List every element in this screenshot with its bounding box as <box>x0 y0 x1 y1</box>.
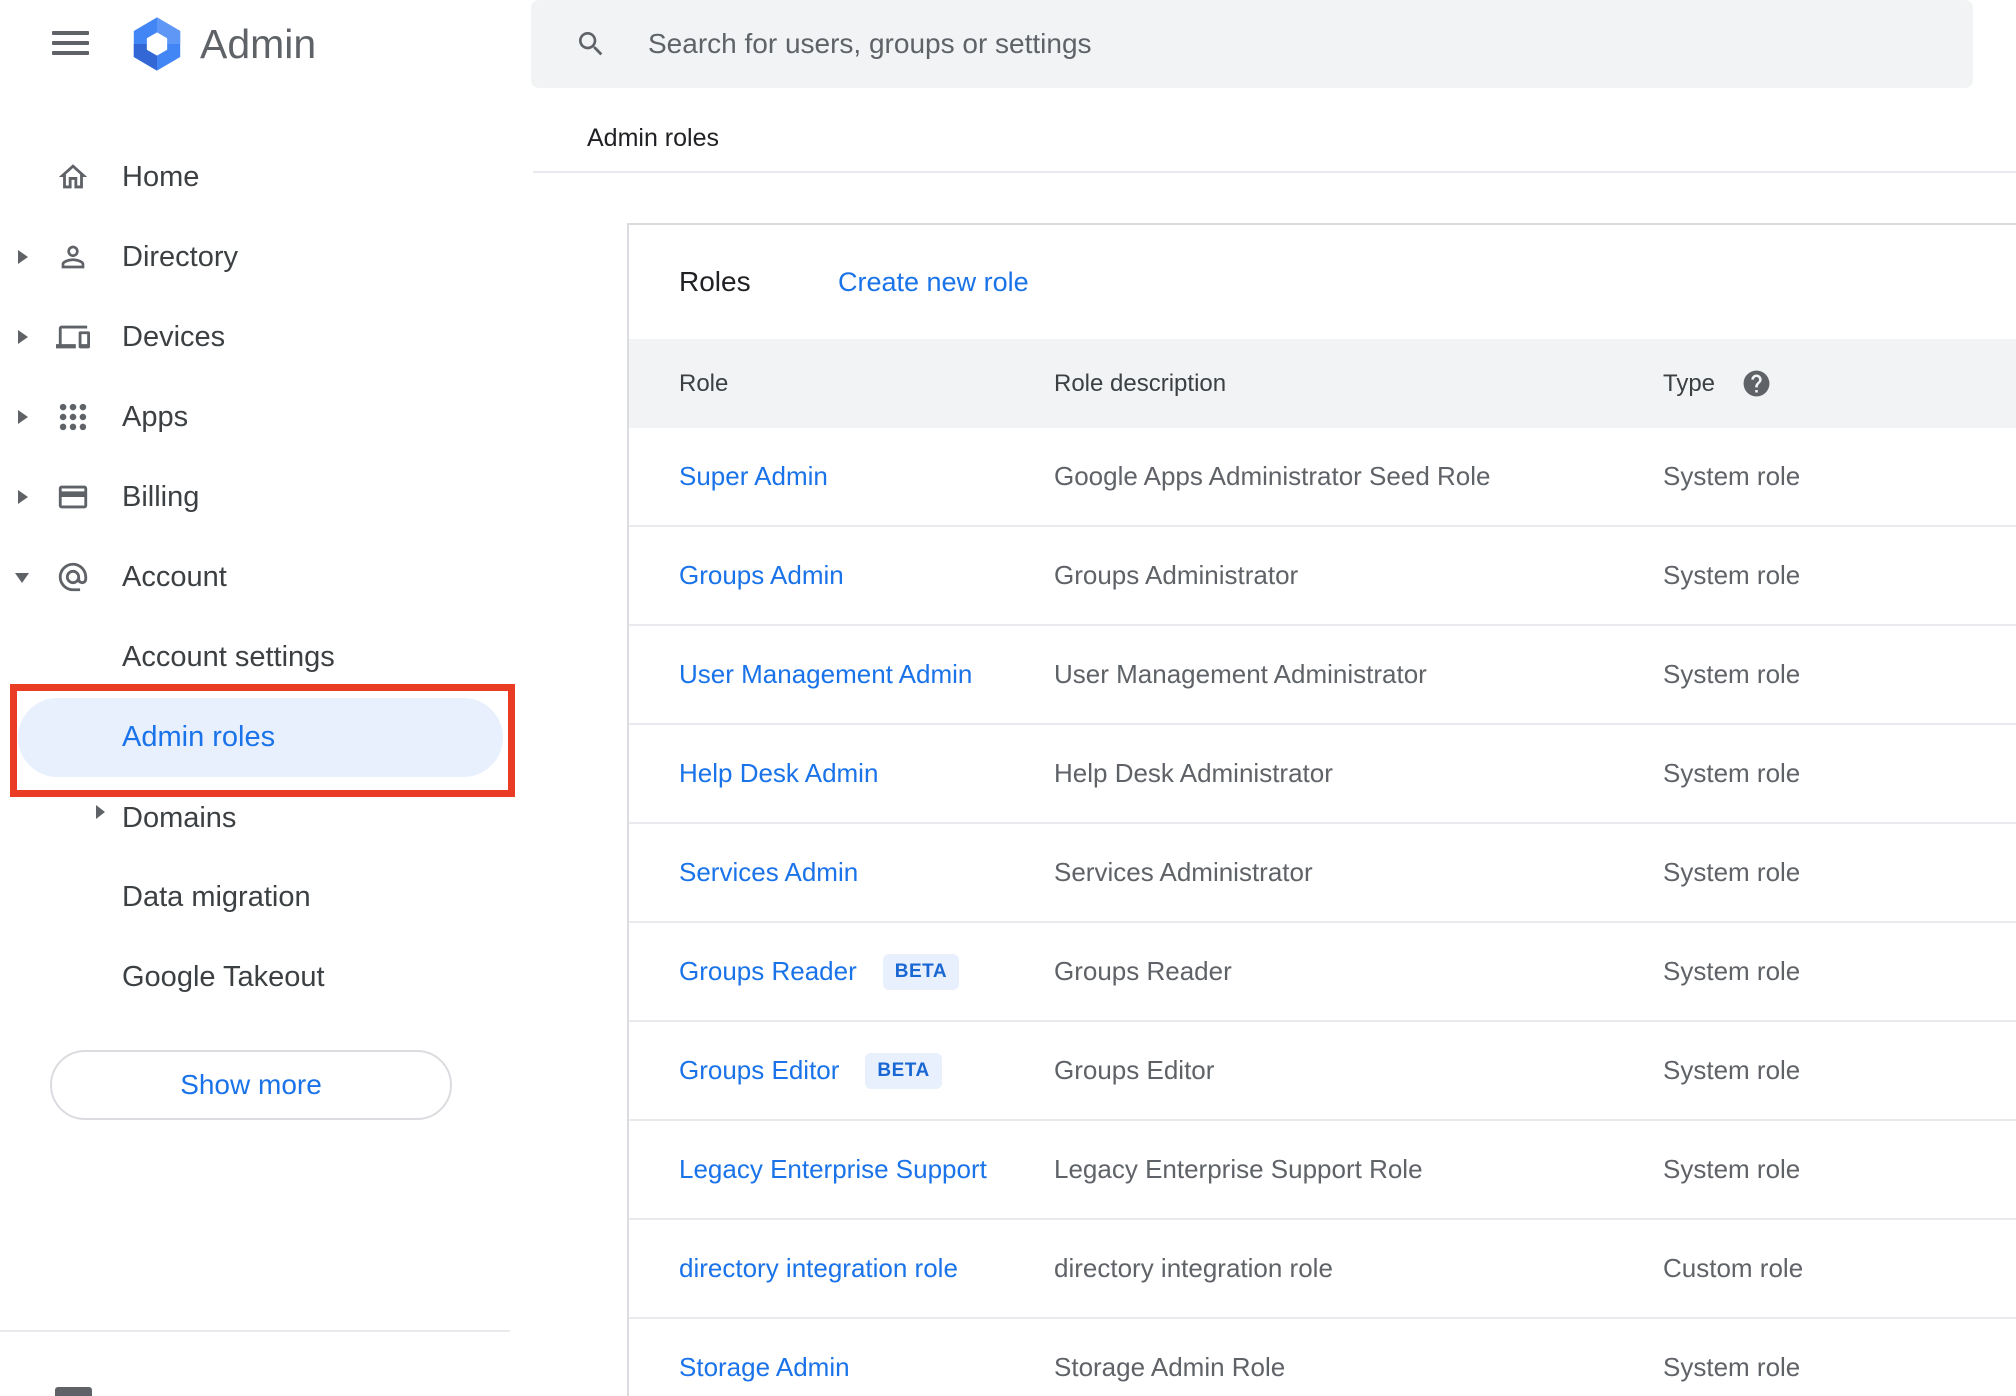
table-row: Groups Reader BETA Groups Reader System … <box>629 923 2016 1022</box>
admin-logo-icon <box>127 15 187 78</box>
sidebar-item-label: Admin roles <box>122 721 276 753</box>
table-row: Storage Admin Storage Admin Role System … <box>629 1319 2016 1396</box>
chevron-right-icon <box>18 490 28 504</box>
role-link[interactable]: directory integration role <box>679 1253 958 1284</box>
partial-bottom-icon <box>55 1387 92 1396</box>
table-row: Help Desk Admin Help Desk Administrator … <box>629 725 2016 824</box>
role-type: System role <box>1663 560 1801 590</box>
sidebar-item-label: Billing <box>122 481 200 513</box>
role-type: System role <box>1663 461 1801 491</box>
role-type: System role <box>1663 1055 1801 1085</box>
sidebar-item-label: Domains <box>122 802 237 834</box>
beta-badge: BETA <box>882 953 960 990</box>
chevron-right-icon <box>18 410 28 424</box>
sidebar-item-data-migration[interactable]: Data migration <box>0 857 530 937</box>
sidebar-item-label: Apps <box>122 401 189 433</box>
card-header: Roles Create new role <box>629 225 2016 339</box>
sidebar-item-label: Directory <box>122 241 239 273</box>
roles-card: Roles Create new role Role Role descript… <box>627 223 2016 1396</box>
show-more-button[interactable]: Show more <box>50 1050 452 1120</box>
chevron-right-icon <box>96 805 105 819</box>
table-row: Groups Admin Groups Administrator System… <box>629 527 2016 626</box>
table-row: Groups Editor BETA Groups Editor System … <box>629 1022 2016 1121</box>
beta-badge: BETA <box>865 1052 942 1089</box>
column-header-description: Role description <box>1054 370 1227 397</box>
sidebar-item-label: Account <box>122 561 227 593</box>
role-description: Groups Editor <box>1054 1055 1215 1085</box>
chevron-right-icon <box>18 250 28 264</box>
sidebar-item-account-settings[interactable]: Account settings <box>0 617 530 697</box>
sidebar-item-devices[interactable]: Devices <box>0 297 530 377</box>
apps-grid-icon <box>56 400 90 434</box>
role-description: Help Desk Administrator <box>1054 758 1333 788</box>
role-type: Custom role <box>1663 1253 1804 1283</box>
search-input[interactable]: Search for users, groups or settings <box>531 0 1973 88</box>
table-body: Super Admin Google Apps Administrator Se… <box>629 428 2016 1396</box>
credit-card-icon <box>56 480 90 514</box>
role-link[interactable]: Legacy Enterprise Support <box>679 1154 987 1185</box>
role-link[interactable]: Help Desk Admin <box>679 758 878 789</box>
devices-icon <box>56 320 90 354</box>
role-description: directory integration role <box>1054 1253 1333 1283</box>
sidebar-divider <box>0 1330 510 1332</box>
sidebar-item-billing[interactable]: Billing <box>0 457 530 537</box>
content-divider <box>533 171 2016 173</box>
sidebar-item-account[interactable]: Account <box>0 537 530 617</box>
sidebar-item-google-takeout[interactable]: Google Takeout <box>0 937 530 1017</box>
create-new-role-link[interactable]: Create new role <box>838 225 1029 339</box>
role-description: Groups Reader <box>1054 956 1232 986</box>
role-link[interactable]: User Management Admin <box>679 659 972 690</box>
role-description: User Management Administrator <box>1054 659 1427 689</box>
sidebar-item-label: Google Takeout <box>122 961 325 993</box>
table-row: User Management Admin User Management Ad… <box>629 626 2016 725</box>
table-row: directory integration role directory int… <box>629 1220 2016 1319</box>
search-icon <box>579 32 603 56</box>
sidebar-item-directory[interactable]: Directory <box>0 217 530 297</box>
role-description: Groups Administrator <box>1054 560 1299 590</box>
role-description: Storage Admin Role <box>1054 1352 1286 1382</box>
home-icon <box>56 160 90 194</box>
role-type: System role <box>1663 1154 1801 1184</box>
sidebar-item-label: Data migration <box>122 881 311 913</box>
role-type: System role <box>1663 659 1801 689</box>
sidebar-item-label: Home <box>122 161 200 193</box>
search-placeholder: Search for users, groups or settings <box>648 28 1092 59</box>
table-row: Super Admin Google Apps Administrator Se… <box>629 428 2016 527</box>
column-header-type: Type <box>1663 370 1716 397</box>
role-description: Legacy Enterprise Support Role <box>1054 1154 1423 1184</box>
chevron-down-icon <box>15 573 29 583</box>
role-type: System role <box>1663 1352 1801 1382</box>
role-link[interactable]: Storage Admin <box>679 1352 850 1383</box>
at-sign-icon <box>56 560 90 594</box>
page-title: Roles <box>679 266 751 297</box>
column-header-role: Role <box>679 370 729 397</box>
role-description: Services Administrator <box>1054 857 1313 887</box>
sidebar-item-domains[interactable]: Domains <box>0 778 530 858</box>
role-type: System role <box>1663 857 1801 887</box>
role-description: Google Apps Administrator Seed Role <box>1054 461 1491 491</box>
help-icon[interactable] <box>1741 368 1772 399</box>
sidebar: Admin Home Directory Devices Apps Billin… <box>0 0 530 1396</box>
sidebar-item-apps[interactable]: Apps <box>0 377 530 457</box>
breadcrumb: Admin roles <box>587 124 719 152</box>
role-link[interactable]: Groups Editor <box>679 1055 839 1086</box>
person-icon <box>56 240 90 274</box>
role-link[interactable]: Super Admin <box>679 461 828 492</box>
table-header-row: Role Role description Type <box>629 339 2016 428</box>
sidebar-item-label: Devices <box>122 321 226 353</box>
role-link[interactable]: Services Admin <box>679 857 858 888</box>
chevron-right-icon <box>18 330 28 344</box>
role-link[interactable]: Groups Admin <box>679 560 844 591</box>
sidebar-item-admin-roles[interactable]: Admin roles <box>18 698 503 777</box>
role-link[interactable]: Groups Reader <box>679 956 857 987</box>
role-type: System role <box>1663 758 1801 788</box>
table-row: Services Admin Services Administrator Sy… <box>629 824 2016 923</box>
table-row: Legacy Enterprise Support Legacy Enterpr… <box>629 1121 2016 1220</box>
hamburger-menu-icon[interactable] <box>52 31 89 55</box>
role-type: System role <box>1663 956 1801 986</box>
sidebar-item-label: Account settings <box>122 641 335 673</box>
sidebar-item-home[interactable]: Home <box>0 137 530 217</box>
app-title: Admin <box>200 21 317 67</box>
